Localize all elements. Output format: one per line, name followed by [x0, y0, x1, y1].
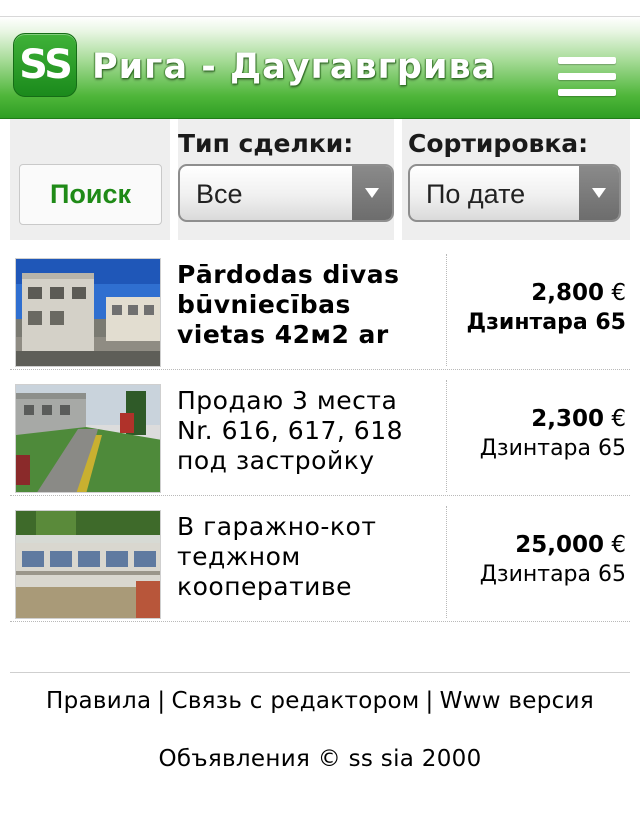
- listing-title[interactable]: Продаю 3 места Nr. 616, 617, 618 под зас…: [177, 386, 439, 476]
- column-divider: [446, 254, 447, 366]
- hamburger-menu-icon[interactable]: [558, 57, 618, 109]
- sort-dropdown[interactable]: [579, 166, 619, 220]
- ss-logo[interactable]: SS: [13, 33, 77, 97]
- link-separator: |: [157, 688, 166, 714]
- listing-row[interactable]: В гаражно-кот теджном кооперативе 25,000…: [10, 502, 630, 622]
- row-divider: [10, 369, 630, 370]
- deal-type-dropdown[interactable]: [352, 166, 392, 220]
- listing-photo[interactable]: [15, 510, 161, 619]
- listing-photo[interactable]: [15, 384, 161, 493]
- column-divider: [446, 380, 447, 492]
- chevron-down-icon: [592, 188, 606, 198]
- listing-price: 25,000: [515, 532, 605, 558]
- currency-symbol: €: [611, 406, 626, 432]
- page-title: Рига - Даугавгрива: [92, 47, 497, 87]
- search-button[interactable]: Поиск: [19, 164, 162, 225]
- sort-label: Сортировка:: [408, 129, 589, 158]
- price-block: 25,000 € Дзинтара 65: [450, 530, 626, 590]
- listing-price-line: 2,800 €: [450, 278, 626, 308]
- listing-row[interactable]: Продаю 3 места Nr. 616, 617, 618 под зас…: [10, 376, 630, 496]
- row-divider: [10, 495, 630, 496]
- listing-street: Дзинтара 65: [479, 436, 626, 461]
- column-divider: [446, 506, 447, 618]
- copyright-text: Объявления © ss sia 2000: [158, 746, 482, 772]
- price-block: 2,800 € Дзинтара 65: [450, 278, 626, 338]
- deal-type-select[interactable]: Все: [178, 164, 394, 222]
- deal-type-value: Все: [196, 179, 243, 209]
- chevron-down-icon: [365, 188, 379, 198]
- price-block: 2,300 € Дзинтара 65: [450, 404, 626, 464]
- filter-bar: Поиск Тип сделки: Все Сортировка: По дат…: [10, 119, 630, 240]
- footer-links: Правила | Связь с редактором | Www версия: [0, 688, 640, 714]
- listing-photo[interactable]: [15, 258, 161, 367]
- filter-divider: [394, 119, 402, 240]
- footer-divider: [10, 672, 630, 673]
- currency-symbol: €: [611, 532, 626, 558]
- row-divider: [10, 621, 630, 622]
- app-header: SS Рига - Даугавгрива: [0, 17, 640, 119]
- listing-title[interactable]: В гаражно-кот теджном кооперативе: [177, 512, 439, 602]
- filter-divider: [170, 119, 178, 240]
- contact-editor-link[interactable]: Связь с редактором: [171, 688, 419, 714]
- link-separator: |: [425, 688, 434, 714]
- www-version-link[interactable]: Www версия: [440, 688, 594, 714]
- rules-link[interactable]: Правила: [46, 688, 151, 714]
- listing-price: 2,800: [531, 280, 605, 306]
- sort-value: По дате: [426, 179, 526, 209]
- listing-title[interactable]: Pārdodas divas būvniecības vietas 42м2 a…: [177, 260, 439, 350]
- deal-type-label: Тип сделки:: [178, 129, 354, 158]
- listing-street: Дзинтара 65: [466, 310, 626, 335]
- listing-street: Дзинтара 65: [479, 562, 626, 587]
- listing-price-line: 25,000 €: [450, 530, 626, 560]
- listing-price: 2,300: [531, 406, 605, 432]
- currency-symbol: €: [611, 280, 626, 306]
- sort-select[interactable]: По дате: [408, 164, 621, 222]
- listing-price-line: 2,300 €: [450, 404, 626, 434]
- listing-row[interactable]: Pārdodas divas būvniecības vietas 42м2 a…: [10, 250, 630, 370]
